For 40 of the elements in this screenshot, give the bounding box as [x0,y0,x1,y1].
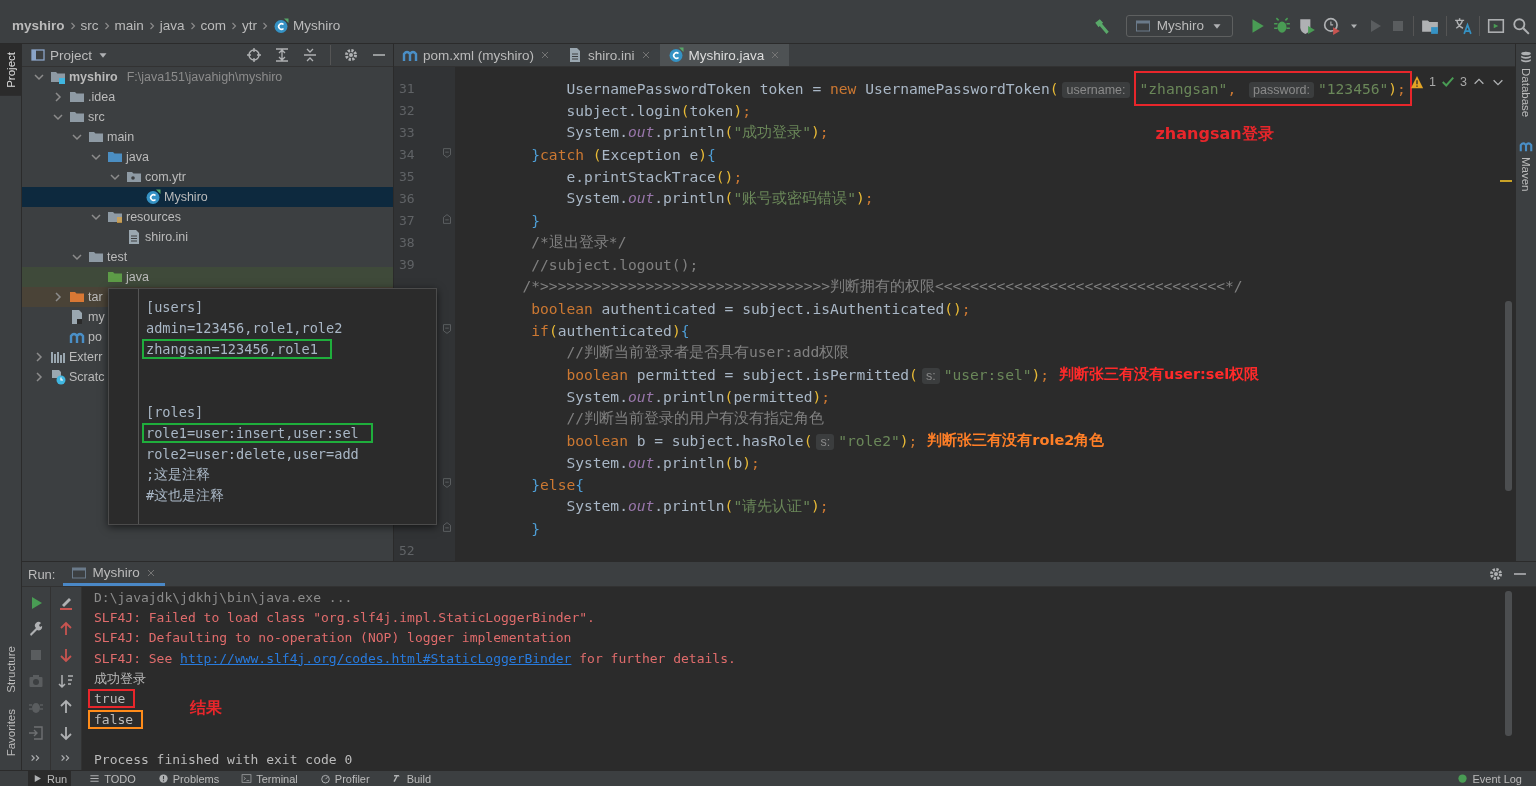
code-line: }else{ [530,475,585,493]
code-line: } [530,519,541,537]
ini-line: role2=user:delete,user=add [145,444,360,464]
code-line: //判断当前登录的用户有没有指定角色 [565,408,824,428]
console-line: 成功登录 [93,669,147,688]
code-line: }catch (Exception e){ [530,145,716,163]
code-line: if(authenticated){ [530,321,690,339]
code-line: boolean permitted = subject.isPermitted( s: "user:sel"); [565,365,1050,383]
console-line: SLF4J: See http://www.slf4j.org/codes.html#StaticLoggerBinder for further details. [93,649,737,668]
code-line: boolean authenticated = subject.isAuthenticated(); [530,299,971,317]
code-line: System.out.println("请先认证"); [565,496,829,516]
console-line: Process finished with exit code 0 [93,751,354,770]
code-line: UsernamePasswordToken token = new UsernamePasswordToken( username: [455,79,1134,97]
annotation-note: zhangsan登录 [1155,123,1274,145]
console-line: SLF4J: Defaulting to no-operation (NOP) logger implementation [93,629,573,648]
ini-line: admin=123456,role1,role2 [145,318,344,338]
annotation-note: 判断张三有没有user:sel权限 [1059,364,1260,384]
code-line: /*>>>>>>>>>>>>>>>>>>>>>>>>>>>>>>>>>判断拥有的权限<<<<<<<<<<<<<<<<<<<<<<<<<<<<<<<<<*/ [521,276,1243,296]
path-label: F:\java151\javahigh\myshiro [126,70,283,84]
annotation-note: 判断张三有没有role2角色 [927,430,1105,450]
panel-label: Run: [28,566,56,582]
code-line: System.out.println("成功登录"); [565,122,829,142]
console-line: D:\javajdk\jdkhj\bin\java.exe ... [93,588,354,607]
ini-line: [roles] [145,402,205,422]
code-line: System.out.println(b); [565,453,760,471]
ini-line: [users] [145,297,205,317]
code-line: /*退出登录*/ [530,232,627,252]
console-line: SLF4J: Failed to load class "org.slf4j.impl.StaticLoggerBinder". [93,609,596,627]
ini-line: ;这是注释 [145,464,212,484]
annotation-note: 结果 [190,697,222,719]
code-line: //subject.logout(); [530,255,699,273]
annotation-box: "zhangsan", password: "123456"); [1133,70,1412,106]
code-line: System.out.println(permitted); [565,387,831,405]
code-line: e.printStackTrace(); [565,167,743,185]
code-line: System.out.println("账号或密码错误"); [565,188,874,208]
code-line: } [530,211,541,229]
code-line: //判断当前登录者是否具有user:add权限 [565,342,850,362]
ini-line: #这也是注释 [145,485,226,505]
code-line: boolean b = subject.hasRole( s: "role2"); [565,431,918,449]
code-line: subject.login(token); [565,101,751,119]
